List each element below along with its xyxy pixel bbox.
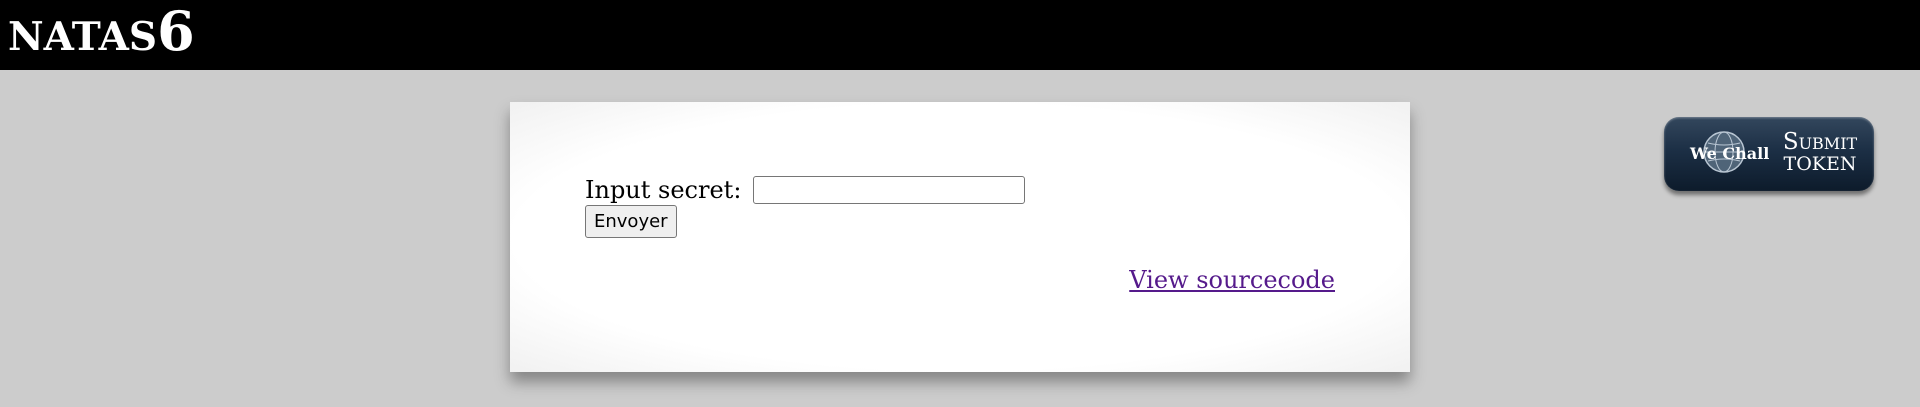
title-prefix: NATAS bbox=[8, 14, 158, 60]
wechall-logo-text: We Chall bbox=[1690, 144, 1770, 163]
secret-label: Input secret: bbox=[585, 176, 742, 204]
submit-token-line1: Submit bbox=[1782, 129, 1858, 155]
title-suffix: 6 bbox=[157, 0, 195, 63]
view-sourcecode-link[interactable]: View sourcecode bbox=[1129, 266, 1335, 294]
header-bar: NATAS6 bbox=[0, 0, 1920, 70]
submit-token-label: Submit TOKEN bbox=[1770, 131, 1870, 174]
submit-token-line2: TOKEN bbox=[1783, 153, 1857, 175]
page-title: NATAS6 bbox=[8, 4, 195, 58]
content-panel: Input secret: Envoyer View sourcecode bbox=[510, 102, 1410, 372]
secret-input[interactable] bbox=[752, 176, 1025, 204]
wechall-submit-token-button[interactable]: We Chall Submit TOKEN bbox=[1664, 117, 1874, 191]
secret-form: Input secret: Envoyer bbox=[585, 176, 1025, 238]
submit-button[interactable]: Envoyer bbox=[585, 205, 677, 238]
